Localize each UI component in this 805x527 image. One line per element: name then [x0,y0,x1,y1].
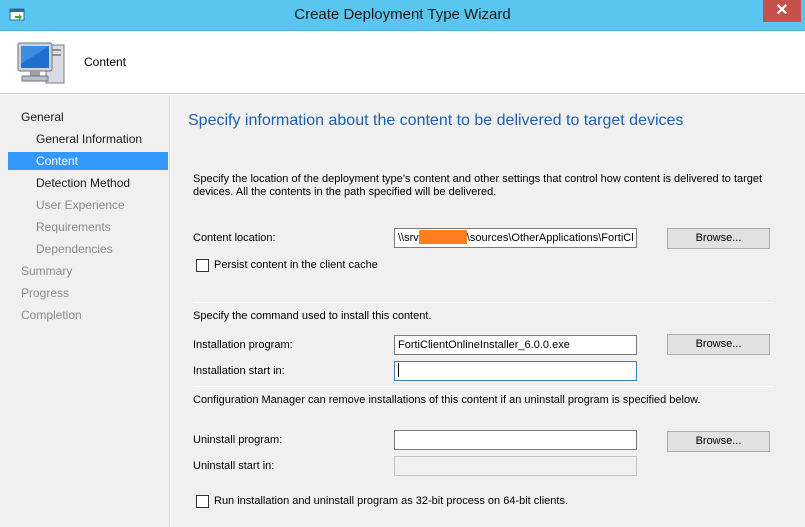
wizard-step-sidebar: General General Information Content Dete… [0,95,170,527]
wizard-header: Content [0,31,805,94]
redaction-mark [418,230,467,245]
content-location-browse-button[interactable]: Browse... [667,228,770,249]
installation-program-input[interactable]: FortiClientOnlineInstaller_6.0.0.exe [394,335,637,355]
section-divider [193,386,773,387]
persist-cache-checkbox[interactable] [196,259,209,272]
uninstall-program-label: Uninstall program: [193,434,283,446]
sidebar-item-user-experience: User Experience [36,198,125,212]
installation-program-browse-button[interactable]: Browse... [667,334,770,355]
installation-start-in-label: Installation start in: [193,365,285,377]
sidebar-item-requirements: Requirements [36,220,111,234]
computer-icon [17,42,65,84]
sidebar-item-dependencies: Dependencies [36,242,113,256]
uninstall-program-input[interactable] [394,430,637,450]
uninstall-program-browse-button[interactable]: Browse... [667,431,770,452]
uninstall-section-caption: Configuration Manager can remove install… [193,394,701,406]
uninstall-start-in-input [394,456,637,476]
sidebar-item-general-information[interactable]: General Information [36,130,142,148]
title-bar: Create Deployment Type Wizard ✕ [0,0,805,31]
content-location-value-prefix: \\srv [398,232,419,244]
window-title: Create Deployment Type Wizard [294,6,511,23]
wizard-main-panel: Specify information about the content to… [171,95,805,527]
persist-cache-label: Persist content in the client cache [214,259,378,271]
sidebar-item-content[interactable]: Content [8,152,168,170]
content-description: Specify the location of the deployment t… [193,173,763,198]
install-section-caption: Specify the command used to install this… [193,310,432,322]
installation-program-label: Installation program: [193,339,293,351]
content-location-value-suffix: \sources\OtherApplications\FortiCl [466,232,634,244]
sidebar-item-general[interactable]: General [21,108,64,126]
content-location-input[interactable]: \\srv \sources\OtherApplications\FortiCl [394,228,637,248]
close-button[interactable]: ✕ [763,0,801,22]
page-heading: Specify information about the content to… [188,112,684,129]
run-32bit-checkbox[interactable] [196,495,209,508]
uninstall-start-in-label: Uninstall start in: [193,460,275,472]
run-32bit-label: Run installation and uninstall program a… [214,495,569,507]
sidebar-item-detection-method[interactable]: Detection Method [36,174,130,192]
sidebar-item-completion: Completion [21,308,82,322]
installation-start-in-input[interactable] [394,361,637,381]
sidebar-item-summary: Summary [21,264,73,278]
section-divider [193,302,773,303]
step-title: Content [84,55,127,69]
sidebar-item-progress: Progress [21,286,70,300]
text-caret [398,363,399,378]
content-location-label: Content location: [193,232,276,244]
